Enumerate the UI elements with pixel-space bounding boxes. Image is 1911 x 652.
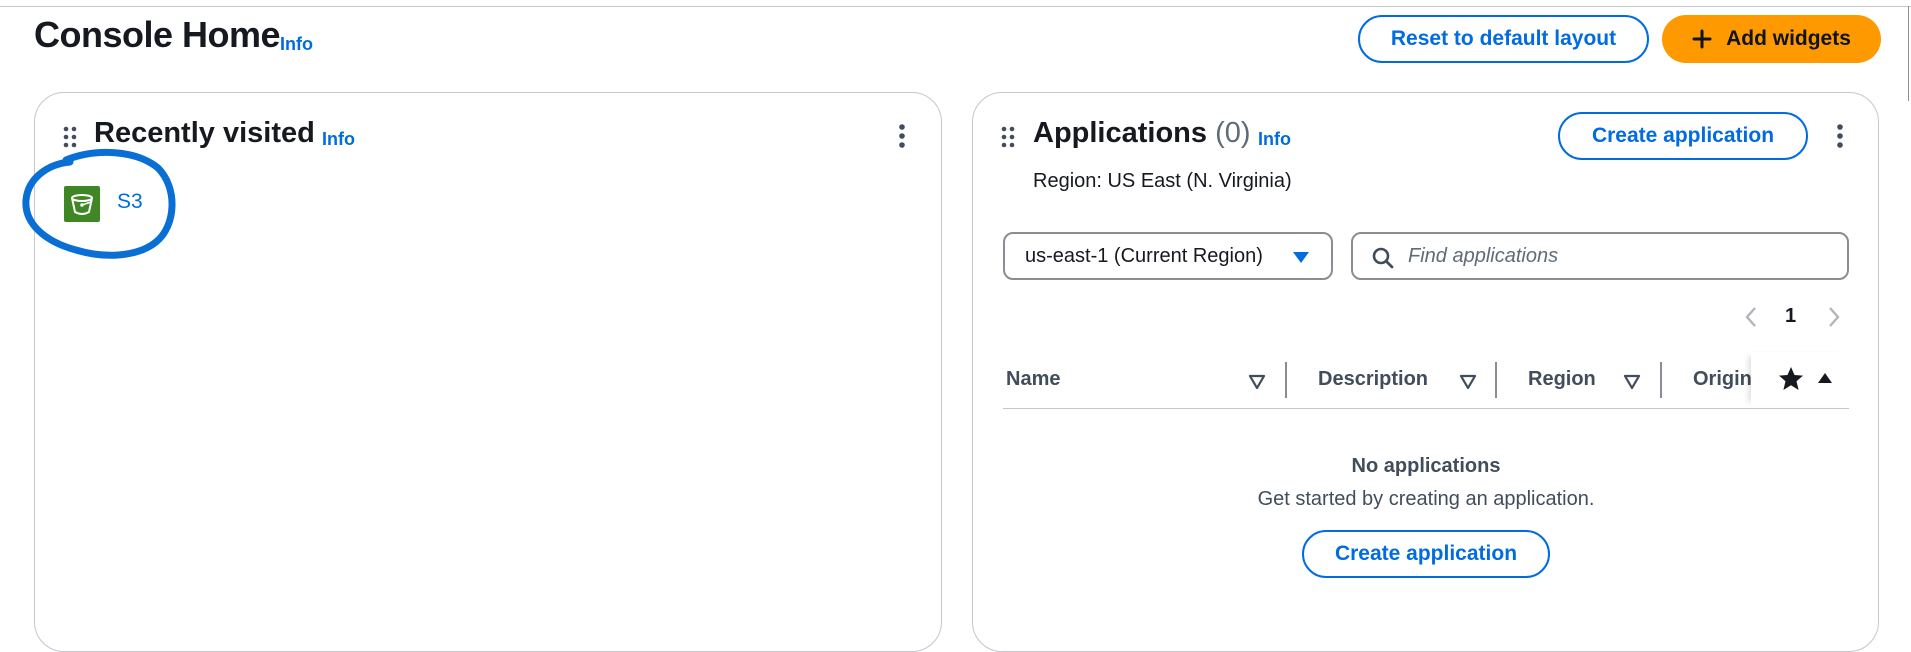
reset-layout-button[interactable]: Reset to default layout bbox=[1358, 15, 1649, 63]
table-header-border bbox=[1003, 408, 1849, 409]
column-header-name[interactable]: Name bbox=[1006, 368, 1060, 391]
top-border bbox=[0, 6, 1911, 7]
sort-icon[interactable] bbox=[1459, 373, 1477, 391]
search-input[interactable]: Find applications bbox=[1351, 232, 1849, 280]
region-select-value: us-east-1 (Current Region) bbox=[1025, 244, 1263, 267]
applications-title-text: Applications bbox=[1033, 117, 1208, 149]
drag-handle-icon[interactable] bbox=[63, 126, 77, 148]
column-header-region[interactable]: Region bbox=[1528, 368, 1596, 391]
chevron-right-icon[interactable] bbox=[1827, 306, 1841, 328]
empty-state-subtitle: Get started by creating an application. bbox=[1257, 488, 1595, 510]
recently-visited-info-link[interactable]: Info bbox=[322, 129, 355, 150]
scrollbar-edge bbox=[1908, 6, 1909, 101]
page-info-link[interactable]: Info bbox=[280, 34, 313, 55]
more-options-icon[interactable] bbox=[898, 123, 906, 149]
recently-visited-title: Recently visited bbox=[94, 117, 315, 149]
column-header-origin-clip: Origin bbox=[1693, 362, 1751, 402]
sort-ascending-icon[interactable] bbox=[1817, 372, 1833, 384]
sort-icon[interactable] bbox=[1623, 373, 1641, 391]
current-page[interactable]: 1 bbox=[1785, 305, 1796, 328]
applications-info-link[interactable]: Info bbox=[1258, 129, 1291, 150]
column-resizer[interactable] bbox=[1495, 362, 1497, 398]
caret-down-icon bbox=[1293, 252, 1309, 263]
empty-create-application-button[interactable]: Create application bbox=[1302, 530, 1550, 578]
column-resizer[interactable] bbox=[1660, 362, 1662, 398]
add-widgets-button[interactable]: Add widgets bbox=[1662, 15, 1881, 63]
plus-icon bbox=[1692, 29, 1712, 49]
column-header-origin[interactable]: Origin bbox=[1693, 368, 1751, 391]
create-application-button[interactable]: Create application bbox=[1558, 112, 1808, 160]
chevron-left-icon[interactable] bbox=[1744, 306, 1758, 328]
region-description: Region: US East (N. Virginia) bbox=[1033, 170, 1292, 192]
region-select[interactable]: us-east-1 (Current Region) bbox=[1003, 232, 1333, 280]
annotation-circle bbox=[22, 149, 176, 259]
page-title: Console Home bbox=[34, 14, 281, 55]
drag-handle-icon[interactable] bbox=[1001, 126, 1015, 148]
sticky-column-header bbox=[1751, 352, 1849, 406]
sort-icon[interactable] bbox=[1248, 373, 1266, 391]
applications-count: (0) bbox=[1215, 117, 1251, 149]
empty-state-title: No applications bbox=[1351, 455, 1501, 477]
search-placeholder: Find applications bbox=[1408, 244, 1559, 267]
more-options-icon[interactable] bbox=[1836, 123, 1844, 149]
star-icon[interactable] bbox=[1778, 366, 1804, 391]
column-resizer[interactable] bbox=[1285, 362, 1287, 398]
add-widgets-label: Add widgets bbox=[1726, 27, 1851, 50]
column-header-description[interactable]: Description bbox=[1318, 368, 1428, 391]
search-icon bbox=[1372, 247, 1394, 269]
applications-title: Applications (0) bbox=[1033, 117, 1251, 150]
